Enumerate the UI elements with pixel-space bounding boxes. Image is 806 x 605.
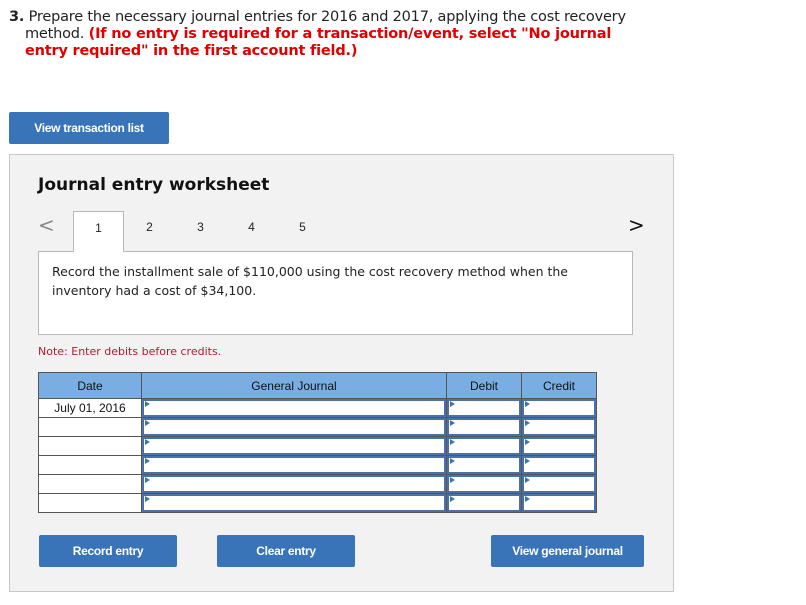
table-row [38,493,597,513]
credit-input[interactable] [521,474,597,494]
input-flag-icon [525,458,530,464]
journal-entry-worksheet: Journal entry worksheet < 1 2 3 4 5 > Re… [9,154,674,592]
table-row [38,455,597,475]
input-flag-icon [450,401,455,407]
date-cell [38,493,142,513]
transaction-prompt: Record the installment sale of $110,000 … [38,251,633,335]
view-transaction-list-button[interactable]: View transaction list [9,112,169,144]
debit-input[interactable] [446,493,522,513]
debit-input[interactable] [446,398,522,418]
debit-input[interactable] [446,474,522,494]
chevron-left-icon[interactable]: < [38,213,55,237]
date-cell [38,455,142,475]
input-flag-icon [525,477,530,483]
tab-3[interactable]: 3 [175,211,226,251]
account-select[interactable] [141,417,447,437]
tab-2[interactable]: 2 [124,211,175,251]
credit-input[interactable] [521,417,597,437]
table-row: July 01, 2016 [38,398,597,418]
worksheet-title: Journal entry worksheet [38,175,270,195]
credit-header: Credit [521,372,597,399]
input-flag-icon [525,496,530,502]
credit-input[interactable] [521,493,597,513]
table-row [38,474,597,494]
debit-input[interactable] [446,417,522,437]
view-general-journal-button[interactable]: View general journal [491,535,644,567]
date-cell [38,474,142,494]
input-flag-icon [525,401,530,407]
input-flag-icon [525,420,530,426]
question-body: Prepare the necessary journal entries fo… [28,9,626,25]
date-cell [38,436,142,456]
question-instruction: (If no entry is required for a transacti… [25,26,612,59]
date-cell [38,417,142,437]
input-flag-icon [450,420,455,426]
account-select[interactable] [141,436,447,456]
input-flag-icon [525,439,530,445]
journal-table: Date General Journal Debit Credit July 0… [38,372,597,513]
credit-input[interactable] [521,455,597,475]
question-body-cont: method. [25,26,85,42]
general-journal-header: General Journal [141,372,447,399]
credit-input[interactable] [521,436,597,456]
date-cell: July 01, 2016 [38,398,142,418]
clear-entry-button[interactable]: Clear entry [217,535,355,567]
dropdown-flag-icon [145,401,150,407]
input-flag-icon [450,496,455,502]
table-row [38,436,597,456]
input-flag-icon [450,477,455,483]
account-select[interactable] [141,455,447,475]
dropdown-flag-icon [145,458,150,464]
account-select[interactable] [141,398,447,418]
chevron-right-icon[interactable]: > [628,213,645,237]
worksheet-tabs: 1 2 3 4 5 [73,211,328,252]
table-row [38,417,597,437]
question-number: 3. [9,9,25,25]
input-flag-icon [450,458,455,464]
tab-4[interactable]: 4 [226,211,277,251]
debit-input[interactable] [446,436,522,456]
debits-note: Note: Enter debits before credits. [38,345,222,358]
account-select[interactable] [141,474,447,494]
question-text: 3. Prepare the necessary journal entries… [9,9,629,60]
journal-header-row: Date General Journal Debit Credit [38,372,597,399]
dropdown-flag-icon [145,496,150,502]
date-header: Date [38,372,142,399]
debit-header: Debit [446,372,522,399]
dropdown-flag-icon [145,477,150,483]
dropdown-flag-icon [145,420,150,426]
account-select[interactable] [141,493,447,513]
dropdown-flag-icon [145,439,150,445]
debit-input[interactable] [446,455,522,475]
input-flag-icon [450,439,455,445]
record-entry-button[interactable]: Record entry [39,535,177,567]
credit-input[interactable] [521,398,597,418]
tab-5[interactable]: 5 [277,211,328,251]
tab-1[interactable]: 1 [73,211,124,252]
